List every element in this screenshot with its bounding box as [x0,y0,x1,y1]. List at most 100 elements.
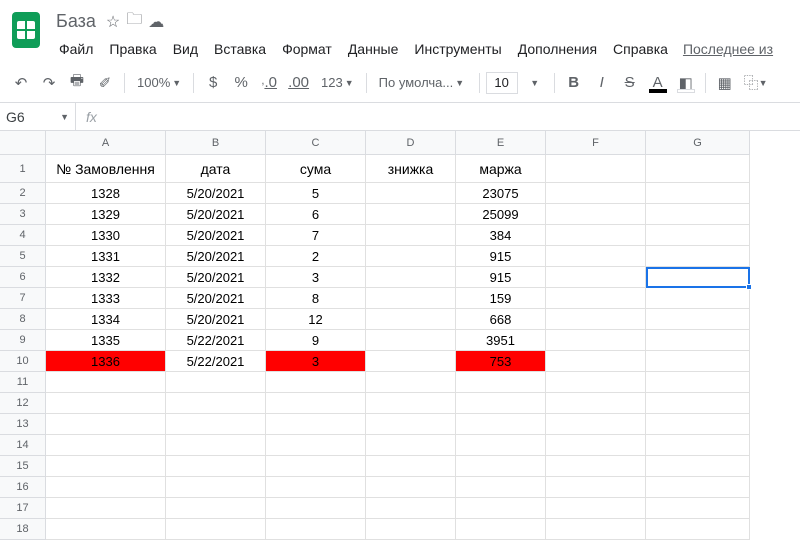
cell[interactable] [166,372,266,393]
cell[interactable] [546,288,646,309]
cell[interactable]: 8 [266,288,366,309]
cell[interactable]: 5/20/2021 [166,204,266,225]
cell[interactable]: 23075 [456,183,546,204]
cell[interactable] [646,330,750,351]
cell[interactable] [266,414,366,435]
row-header[interactable]: 11 [0,372,46,393]
cell[interactable] [546,309,646,330]
cell[interactable] [266,477,366,498]
cell[interactable] [546,351,646,372]
column-header[interactable]: A [46,131,166,155]
cell[interactable]: 5/20/2021 [166,225,266,246]
column-header[interactable]: G [646,131,750,155]
cell[interactable]: 3 [266,351,366,372]
cell[interactable] [266,372,366,393]
column-header[interactable]: E [456,131,546,155]
cell[interactable]: 5/20/2021 [166,267,266,288]
cell[interactable] [646,414,750,435]
column-header[interactable]: D [366,131,456,155]
row-header[interactable]: 17 [0,498,46,519]
cell[interactable] [646,225,750,246]
cell[interactable] [266,498,366,519]
spreadsheet-grid[interactable]: ABCDEFG1№ Замовленнядатасумазнижкамаржа2… [0,131,800,540]
cell[interactable] [46,498,166,519]
cell[interactable] [366,393,456,414]
strike-button[interactable]: S [617,70,643,96]
cell[interactable]: 3 [266,267,366,288]
cell[interactable] [546,498,646,519]
cell[interactable] [166,414,266,435]
row-header[interactable]: 6 [0,267,46,288]
cell[interactable] [266,519,366,540]
text-color-button[interactable]: A [645,70,671,96]
cell[interactable]: маржа [456,155,546,183]
row-header[interactable]: 18 [0,519,46,540]
cell[interactable] [166,519,266,540]
cell[interactable] [546,330,646,351]
print-icon[interactable]: 🖶 [64,70,90,96]
cell[interactable]: 1328 [46,183,166,204]
cell[interactable] [456,435,546,456]
format-currency[interactable]: $ [200,70,226,96]
row-header[interactable]: 4 [0,225,46,246]
row-header[interactable]: 3 [0,204,46,225]
sheets-logo[interactable] [8,6,44,54]
cell[interactable] [546,435,646,456]
cell[interactable] [366,183,456,204]
cell[interactable] [366,225,456,246]
cell[interactable]: 6 [266,204,366,225]
cell[interactable] [646,477,750,498]
cell[interactable] [546,372,646,393]
cell[interactable] [166,393,266,414]
cell[interactable] [546,225,646,246]
cell[interactable]: 2 [266,246,366,267]
cell[interactable] [646,309,750,330]
font-size-dropdown[interactable]: ▼ [522,70,548,96]
undo-icon[interactable]: ↶ [8,70,34,96]
cell[interactable] [366,372,456,393]
cell[interactable]: 668 [456,309,546,330]
redo-icon[interactable]: ↷ [36,70,62,96]
cell[interactable] [546,456,646,477]
cell[interactable] [166,477,266,498]
cell[interactable]: 1333 [46,288,166,309]
cell[interactable]: 5/22/2021 [166,330,266,351]
cell[interactable] [646,498,750,519]
row-header[interactable]: 16 [0,477,46,498]
bold-button[interactable]: B [561,70,587,96]
cell[interactable]: 5/20/2021 [166,288,266,309]
row-header[interactable]: 15 [0,456,46,477]
row-header[interactable]: 1 [0,155,46,183]
more-formats-dropdown[interactable]: 123 ▼ [315,70,360,96]
cell[interactable] [366,288,456,309]
cell[interactable]: 5/20/2021 [166,246,266,267]
cell[interactable] [46,414,166,435]
star-icon[interactable]: ☆ [106,12,120,32]
menu-file[interactable]: Файл [52,37,100,61]
last-edit-link[interactable]: Последнее из [683,41,773,57]
format-percent[interactable]: % [228,70,254,96]
row-header[interactable]: 9 [0,330,46,351]
selection-handle[interactable] [746,284,752,290]
cell[interactable] [366,351,456,372]
font-family-dropdown[interactable]: По умолча... ▼ [373,70,473,96]
decrease-decimal[interactable]: ,.0 [256,70,282,96]
cell[interactable] [366,435,456,456]
cell[interactable] [46,393,166,414]
name-box[interactable]: G6▼ [0,103,76,130]
cell[interactable] [646,372,750,393]
cell[interactable] [646,288,750,309]
cell[interactable] [166,498,266,519]
cell[interactable] [546,204,646,225]
column-header[interactable]: C [266,131,366,155]
menu-edit[interactable]: Правка [102,37,163,61]
document-title[interactable]: База [52,10,100,33]
row-header[interactable]: 10 [0,351,46,372]
cell[interactable] [366,456,456,477]
cell[interactable] [646,183,750,204]
merge-button[interactable]: ⿻ ▼ [740,70,772,96]
cell[interactable] [646,393,750,414]
cell[interactable] [456,393,546,414]
cell[interactable] [266,435,366,456]
cell[interactable] [456,372,546,393]
